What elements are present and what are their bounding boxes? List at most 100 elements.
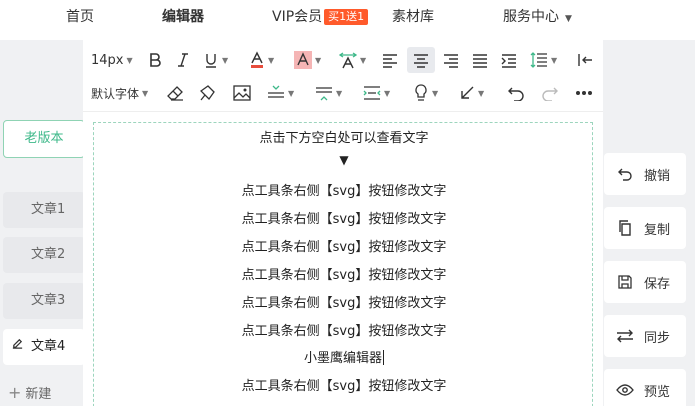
font-size-select[interactable]: 14px ▼ [91,47,133,73]
sidebar-item-article-3[interactable]: 文章3 [3,283,85,319]
new-article-button[interactable]: + 新建 [8,380,51,406]
sync-icon [616,329,634,343]
align-center-button[interactable] [407,47,435,73]
line-height-icon [530,52,547,68]
preview-label: 预览 [644,384,671,400]
nav-service[interactable]: 服务中心 ▼ [503,0,572,34]
undo-button[interactable]: 撤销 [604,153,686,195]
sidebar-item-label: 文章4 [31,339,66,354]
chevron-down-icon: ▼ [432,88,439,98]
chevron-down-icon: ▼ [126,55,133,65]
nav-vip[interactable]: VIP会员 买1送1 [272,0,369,34]
content-line: 点工具条右侧【svg】按钮修改文字 [241,184,447,199]
copy-icon [616,220,634,236]
text-cursor [383,350,384,365]
nav-materials[interactable]: 素材库 [392,0,434,34]
editor-panel: 14px ▼ ▼ ▼ ▼ ▼ ▼ 默认字体 ▼ ▼ ▼ ▼ ▼ ▼ 点击下方空白… [83,40,603,406]
chevron-down-icon: ▼ [268,55,275,65]
old-version-button[interactable]: 老版本 [3,120,85,158]
copy-button[interactable]: 复制 [604,207,686,249]
font-color-button[interactable]: ▼ [249,47,274,73]
format-brush-button[interactable] [199,80,217,106]
chevron-down-icon: ▼ [478,88,485,98]
chevron-down-icon: ▼ [565,14,572,24]
font-color-icon [251,51,263,68]
sidebar-item-article-2[interactable]: 文章2 [3,237,85,273]
italic-icon [178,53,188,67]
underline-icon [206,54,216,68]
vip-promo-badge: 买1送1 [324,9,369,25]
nav-editor[interactable]: 编辑器 [162,0,204,34]
chevron-down-icon: ▼ [336,88,343,98]
chevron-down-icon: ▼ [222,55,229,65]
copy-label: 复制 [644,222,671,238]
lightbulb-icon [415,84,427,101]
content-line: 点工具条右侧【svg】按钮修改文字 [241,240,447,255]
hint-text: 点击下方空白处可以查看文字 [259,131,429,146]
editor-content[interactable]: 点击下方空白处可以查看文字 ▼ 点工具条右侧【svg】按钮修改文字 点工具条右侧… [93,122,593,406]
sync-button[interactable]: 同步 [604,315,686,357]
content-line: 点工具条右侧【svg】按钮修改文字 [241,268,447,283]
arrow-tool-button[interactable]: ▼ [459,80,484,106]
align-justify-icon [473,54,487,68]
save-button[interactable]: 保存 [604,261,686,303]
bg-color-button[interactable]: ▼ [294,47,321,73]
font-family-value: 默认字体 [91,86,140,101]
exit-icon [578,54,592,66]
spacing-after-icon [316,87,332,101]
exit-format-button[interactable] [577,47,593,73]
triangle-down-icon: ▼ [339,153,349,167]
nav-home[interactable]: 首页 [66,0,94,34]
letter-spacing-icon [339,52,357,69]
align-left-button[interactable] [382,47,398,73]
undo-toolbar-button[interactable] [507,80,525,106]
letter-spacing-button[interactable]: ▼ [339,47,366,73]
bold-button[interactable] [147,47,163,73]
save-label: 保存 [644,276,671,292]
sync-label: 同步 [644,330,671,346]
indent-button[interactable] [501,47,517,73]
preview-button[interactable]: 预览 [604,369,686,406]
side-spacing-icon [363,86,381,100]
more-styles-button[interactable]: ▼ [413,80,438,106]
chevron-down-icon: ▼ [288,88,295,98]
align-left-icon [383,54,397,68]
side-spacing-button[interactable]: ▼ [363,80,390,106]
font-family-select[interactable]: 默认字体 ▼ [91,80,148,106]
align-right-button[interactable] [443,47,459,73]
top-nav: 首页 编辑器 VIP会员 买1送1 素材库 服务中心 ▼ [0,0,695,40]
paragraph-spacing-before-button[interactable]: ▼ [267,80,294,106]
italic-button[interactable] [175,47,191,73]
line-height-button[interactable]: ▼ [530,47,557,73]
new-article-label: 新建 [25,387,52,402]
redo-toolbar-button[interactable] [541,80,559,106]
sidebar-item-article-4[interactable]: 文章4 [3,329,85,365]
chevron-down-icon: ▼ [315,55,322,65]
content-line: 点工具条右侧【svg】按钮修改文字 [241,296,447,311]
undo-icon [616,167,634,181]
eraser-icon [167,86,183,101]
nav-vip-label: VIP会员 [272,9,323,25]
save-icon [616,274,634,290]
content-line: 点工具条右侧【svg】按钮修改文字 [241,379,447,394]
align-justify-button[interactable] [472,47,488,73]
spacing-before-icon [268,85,284,98]
brand-text: 小墨鹰编辑器 [303,351,382,366]
more-button[interactable] [575,80,593,106]
editor-toolbar: 14px ▼ ▼ ▼ ▼ ▼ ▼ 默认字体 ▼ ▼ ▼ ▼ ▼ ▼ [83,40,603,112]
font-size-value: 14px [91,52,124,68]
eraser-button[interactable] [167,80,184,106]
paragraph-spacing-after-button[interactable]: ▼ [315,80,342,106]
arrow-down-left-icon [461,86,474,99]
image-button[interactable] [233,80,251,106]
background-color-icon [294,51,312,69]
content-line: 点工具条右侧【svg】按钮修改文字 [241,324,447,339]
bold-icon [150,53,161,67]
sidebar-item-article-1[interactable]: 文章1 [3,192,85,228]
align-right-icon [444,54,458,68]
more-icon [576,91,592,95]
chevron-down-icon: ▼ [384,88,391,98]
eye-icon [616,384,634,396]
chevron-down-icon: ▼ [360,55,367,65]
underline-button[interactable]: ▼ [203,47,228,73]
